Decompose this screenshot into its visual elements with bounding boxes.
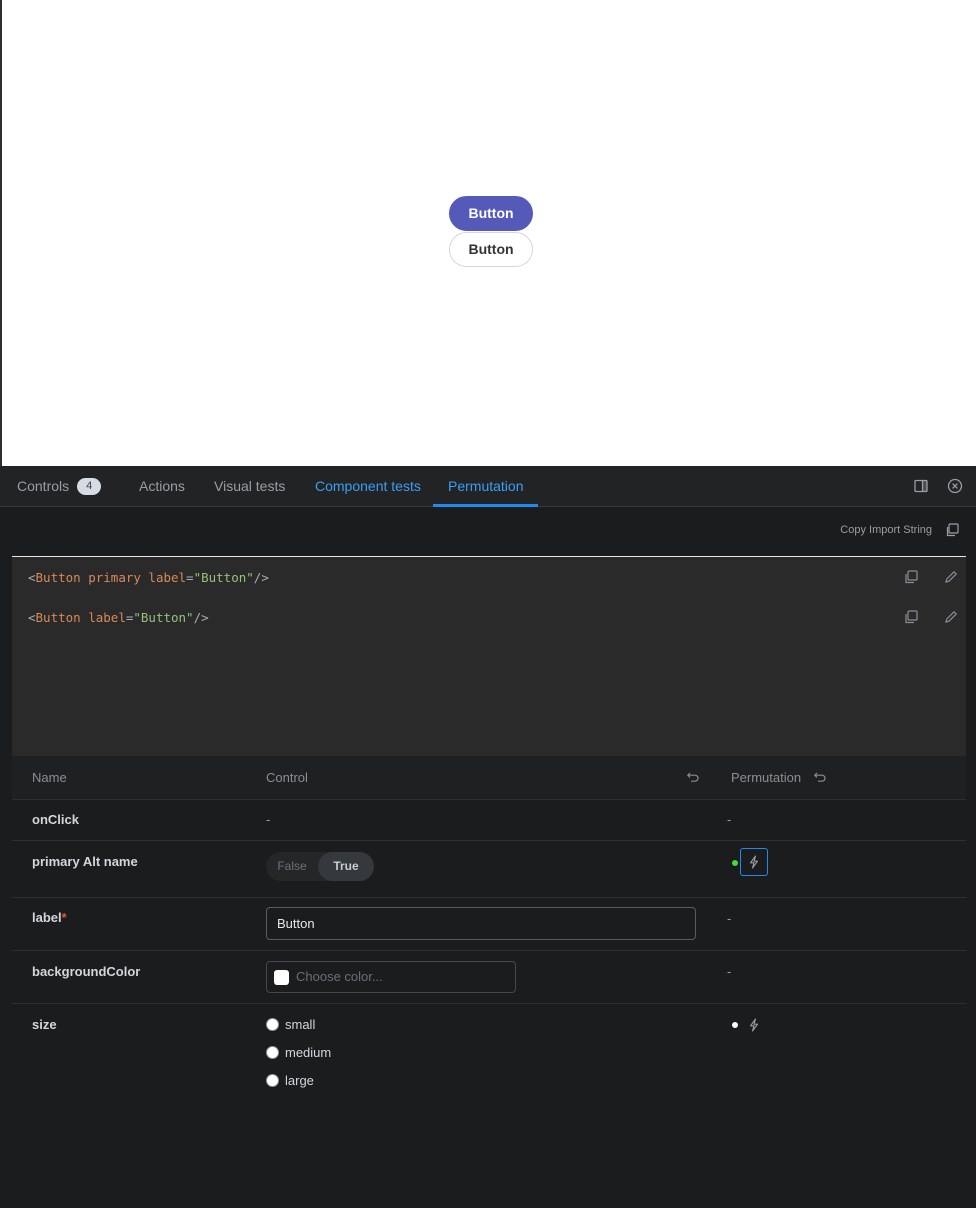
code-line-1: <Button primary label="Button"/>: [28, 570, 269, 585]
arg-row-onclick: onClick - -: [12, 800, 966, 841]
arg-name: primary Alt name: [32, 854, 138, 869]
permutation-toggle-button[interactable]: [740, 848, 768, 876]
code-tag: Button: [35, 570, 81, 585]
toggle-true-option[interactable]: True: [318, 852, 374, 881]
arg-row-background-color: backgroundColor Choose color... -: [12, 951, 966, 1004]
story-preview-canvas: Button Button: [0, 0, 976, 466]
color-swatch[interactable]: [274, 970, 289, 985]
arg-row-primary: primary Alt name False True: [12, 841, 966, 898]
arg-name: label*: [32, 910, 67, 925]
tab-component-tests[interactable]: Component tests: [315, 466, 421, 507]
arg-name: backgroundColor: [32, 964, 141, 979]
header-permutation: Permutation: [731, 770, 802, 785]
code-tag: Button: [35, 610, 81, 625]
arg-name-text: label: [32, 910, 62, 925]
control-value: -: [266, 812, 271, 827]
arg-name: onClick: [32, 812, 79, 827]
pencil-icon[interactable]: [943, 609, 959, 625]
args-table: Name Control Permutation onClick - - pri…: [12, 756, 966, 1204]
controls-count-badge: 4: [77, 477, 102, 495]
panel-layout-icon[interactable]: [913, 478, 929, 494]
tab-permutation[interactable]: Permutation: [448, 466, 523, 507]
arg-row-label: label* Button -: [12, 898, 966, 951]
pencil-icon[interactable]: [943, 569, 959, 585]
radio-circle[interactable]: [266, 1074, 279, 1088]
copy-icon[interactable]: [903, 569, 919, 585]
color-placeholder: Choose color...: [296, 969, 383, 984]
header-control: Control: [266, 770, 308, 785]
permutation-inactive-dot: [732, 1022, 738, 1028]
tab-visual-tests[interactable]: Visual tests: [214, 466, 285, 507]
code-string: "Button": [133, 610, 194, 625]
permutation-value: -: [727, 812, 732, 827]
addon-panel: Controls 4 Actions Visual tests Component…: [0, 466, 976, 1208]
copy-icon[interactable]: [903, 609, 919, 625]
tab-actions[interactable]: Actions: [139, 466, 185, 507]
tab-controls[interactable]: Controls 4: [17, 466, 102, 507]
undo-icon[interactable]: [686, 770, 700, 784]
permutation-value: -: [727, 911, 732, 926]
code-punct: />: [253, 570, 269, 585]
permutation-value: -: [727, 964, 732, 979]
size-option-large[interactable]: large: [266, 1073, 314, 1088]
radio-label: medium: [285, 1045, 332, 1060]
copy-import-string-button[interactable]: Copy Import String: [840, 524, 932, 536]
toggle-false-option[interactable]: False: [266, 852, 318, 881]
label-text-input[interactable]: Button: [266, 907, 696, 940]
size-option-small[interactable]: small: [266, 1017, 315, 1032]
required-marker: *: [61, 910, 67, 925]
code-punct: <: [28, 610, 36, 625]
code-line-2: <Button label="Button"/>: [28, 610, 209, 625]
code-punct: =: [186, 570, 194, 585]
radio-circle[interactable]: [266, 1046, 279, 1060]
permutation-code-block: <Button primary label="Button"/> <Button…: [12, 556, 966, 756]
close-circle-icon[interactable]: [947, 478, 963, 494]
header-name: Name: [32, 770, 67, 785]
lightning-icon[interactable]: [747, 1018, 761, 1032]
radio-label: small: [285, 1017, 316, 1032]
tab-controls-label: Controls: [17, 478, 70, 494]
button-stack: Button Button: [449, 196, 533, 267]
code-string: "Button": [193, 570, 254, 585]
args-table-header: Name Control Permutation: [12, 756, 966, 800]
code-punct: />: [193, 610, 209, 625]
color-picker-input[interactable]: Choose color...: [266, 961, 516, 993]
radio-circle[interactable]: [266, 1018, 279, 1032]
arg-name: size: [32, 1017, 57, 1032]
undo-icon[interactable]: [813, 770, 827, 784]
arg-row-size: size small medium large: [12, 1004, 966, 1204]
lightning-icon: [749, 855, 759, 869]
copy-icon[interactable]: [945, 523, 959, 537]
permutation-active-dot: [732, 860, 738, 866]
copy-import-row: Copy Import String: [0, 507, 976, 556]
code-attrs: primary label: [80, 570, 187, 585]
code-punct: <: [28, 570, 36, 585]
boolean-toggle[interactable]: False True: [266, 852, 374, 881]
primary-button[interactable]: Button: [449, 196, 533, 231]
code-attrs: label: [80, 610, 126, 625]
addon-tab-bar: Controls 4 Actions Visual tests Component…: [0, 466, 976, 507]
size-option-medium[interactable]: medium: [266, 1045, 331, 1060]
secondary-button[interactable]: Button: [449, 232, 533, 267]
radio-label: large: [285, 1073, 314, 1088]
